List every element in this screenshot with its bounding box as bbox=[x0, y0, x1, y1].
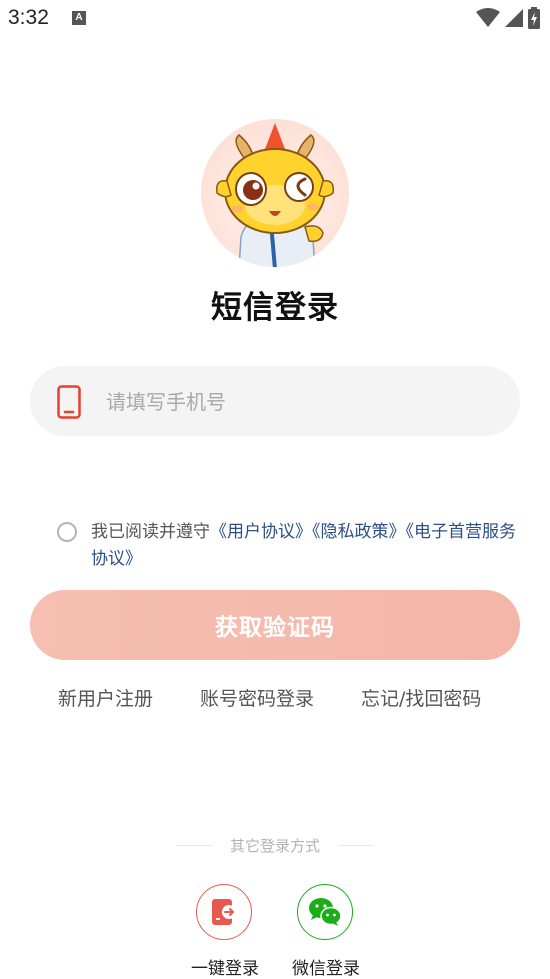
dragon-mascot-avatar bbox=[201, 119, 349, 267]
battery-charging-icon bbox=[528, 7, 540, 29]
register-link[interactable]: 新用户注册 bbox=[58, 684, 153, 711]
secondary-links: 新用户注册 账号密码登录 忘记/找回密码 bbox=[0, 684, 550, 710]
one-key-login-button[interactable] bbox=[196, 884, 252, 940]
phone-input[interactable] bbox=[104, 379, 498, 425]
login-screen: 3:32 A 短信登录 请填写手机号 我已阅读并遵守《用户协议》《隐私政策》《电… bbox=[0, 0, 550, 979]
one-key-login-icon bbox=[211, 898, 236, 925]
wechat-login-label: 微信登录 bbox=[292, 959, 360, 979]
signal-icon bbox=[505, 9, 523, 27]
wechat-login-option[interactable]: 微信登录 bbox=[276, 884, 376, 979]
user-agreement-link[interactable]: 《用户协议》 bbox=[210, 522, 312, 542]
privacy-policy-link[interactable]: 《隐私政策》 bbox=[312, 522, 406, 542]
one-key-login-label: 一键登录 bbox=[191, 959, 259, 979]
wifi-icon bbox=[476, 8, 500, 27]
wechat-login-button[interactable] bbox=[297, 884, 353, 940]
a-icon: A bbox=[72, 11, 86, 25]
wechat-icon bbox=[308, 897, 342, 926]
agreement-checkbox[interactable] bbox=[57, 522, 77, 542]
other-login-divider: 其它登录方式 bbox=[0, 835, 550, 857]
other-login-label: 其它登录方式 bbox=[229, 837, 320, 855]
one-key-login-option[interactable]: 一键登录 bbox=[175, 884, 275, 979]
phone-icon bbox=[57, 385, 81, 419]
status-icons bbox=[476, 7, 540, 29]
divider-line-right bbox=[338, 845, 374, 846]
status-bar: 3:32 A bbox=[0, 0, 550, 38]
status-time: 3:32 bbox=[8, 6, 49, 29]
forgot-password-link[interactable]: 忘记/找回密码 bbox=[361, 684, 481, 711]
get-code-button[interactable]: 获取验证码 bbox=[30, 590, 520, 660]
agreement-text: 我已阅读并遵守《用户协议》《隐私政策》《电子首营服务协议》 bbox=[91, 519, 531, 573]
phone-field[interactable] bbox=[30, 366, 520, 436]
agreement-prefix: 我已阅读并遵守 bbox=[91, 522, 210, 542]
page-title: 短信登录 bbox=[211, 290, 339, 326]
password-login-link[interactable]: 账号密码登录 bbox=[200, 684, 314, 711]
